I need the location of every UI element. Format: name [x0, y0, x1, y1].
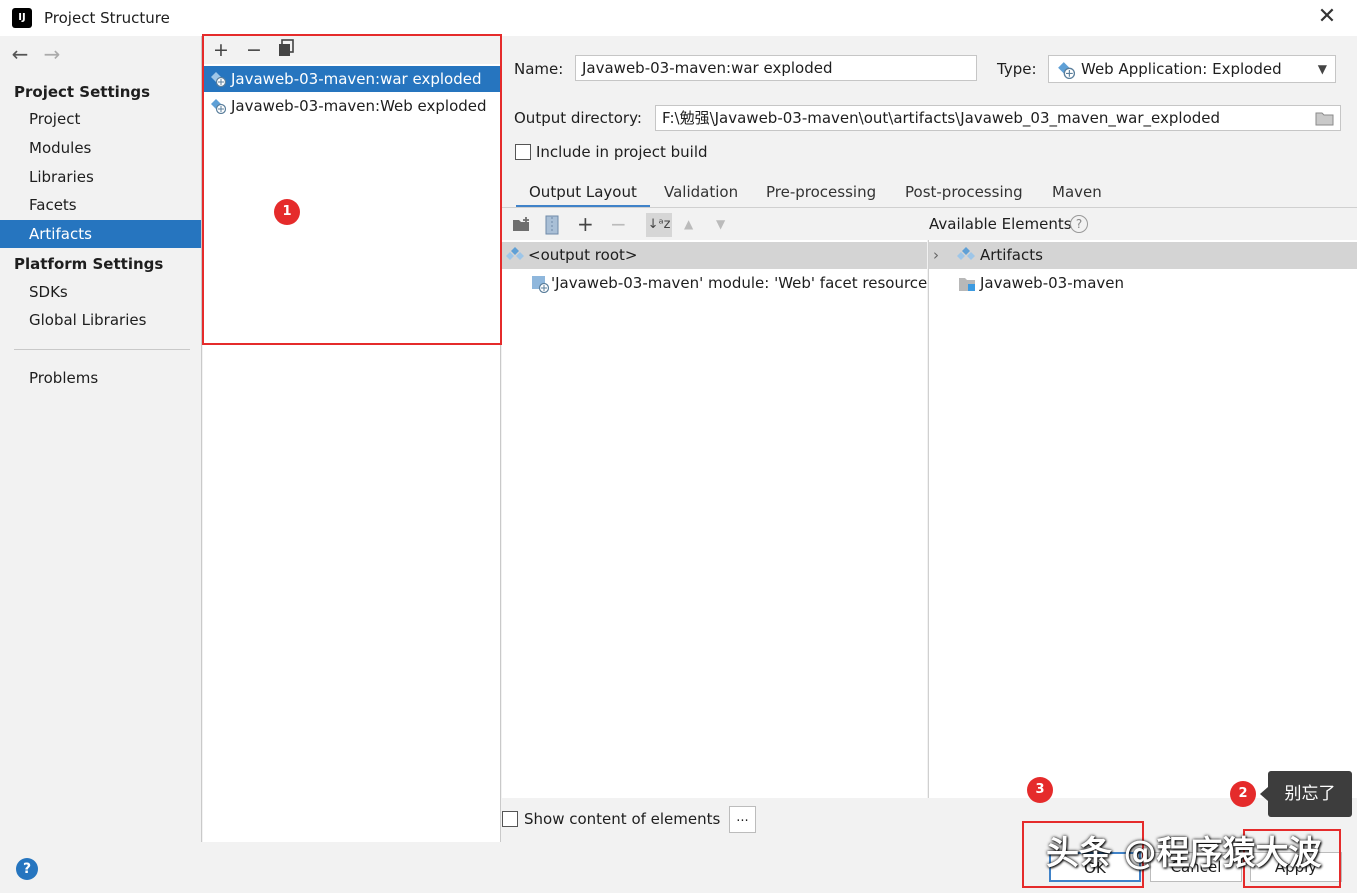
show-content-checkbox[interactable]	[502, 811, 518, 827]
tree-row-label: <output root>	[528, 246, 638, 264]
intellij-logo-icon: IJ	[10, 6, 34, 30]
reminder-tooltip: 别忘了	[1260, 771, 1352, 817]
module-folder-icon	[959, 278, 975, 291]
output-directory-label: Output directory:	[514, 109, 642, 127]
add-icon[interactable]: +	[210, 39, 232, 61]
output-directory-input[interactable]: F:\勉强\Javaweb-03-maven\out\artifacts\Jav…	[655, 105, 1341, 131]
nav-item-modules[interactable]: Modules	[0, 134, 201, 162]
available-elements-tree: › Artifacts Javaweb-03-maven	[928, 240, 1357, 798]
move-up-icon[interactable]: ▲	[684, 217, 693, 231]
artifact-item-war-exploded[interactable]: Javaweb-03-maven:war exploded	[204, 66, 500, 92]
title-bar: IJ Project Structure ✕	[0, 0, 1357, 36]
artifact-label: Javaweb-03-maven:war exploded	[231, 70, 482, 88]
tab-maven[interactable]: Maven	[1039, 178, 1115, 208]
tabs-divider	[502, 207, 1357, 208]
help-circle-icon[interactable]: ?	[1070, 215, 1088, 233]
web-artifact-icon	[211, 72, 226, 87]
remove-icon[interactable]: −	[243, 39, 265, 61]
help-icon[interactable]: ?	[16, 858, 38, 880]
move-down-icon[interactable]: ▼	[716, 217, 725, 231]
add-copy-of-icon[interactable]: +	[577, 212, 594, 236]
artifact-config-panel: Name: Javaweb-03-maven:war exploded Type…	[502, 36, 1357, 842]
tree-row-label: 'Javaweb-03-maven' module: 'Web' facet r…	[551, 274, 936, 292]
tree-row-artifacts[interactable]: › Artifacts	[929, 242, 1357, 269]
nav-item-problems[interactable]: Problems	[0, 364, 201, 392]
type-label: Type:	[997, 60, 1037, 78]
artifact-label: Javaweb-03-maven:Web exploded	[231, 97, 487, 115]
nav-item-global-libraries[interactable]: Global Libraries	[0, 306, 201, 334]
copy-icon[interactable]	[275, 39, 297, 61]
annotation-badge-2: 2	[1230, 781, 1256, 807]
tab-output-layout[interactable]: Output Layout	[516, 178, 650, 208]
annotation-badge-3: 3	[1027, 777, 1053, 803]
window-title: Project Structure	[44, 9, 170, 27]
web-resources-icon	[532, 276, 549, 293]
web-artifact-icon	[1058, 62, 1075, 79]
name-label: Name:	[514, 60, 564, 78]
tab-validation[interactable]: Validation	[651, 178, 751, 208]
type-select-value: Web Application: Exploded	[1081, 60, 1282, 78]
artifact-toolbar: + −	[203, 36, 501, 64]
chevron-down-icon: ▼	[1317, 62, 1327, 76]
tree-row-output-root[interactable]: <output root>	[502, 242, 927, 269]
ellipsis-button[interactable]: ...	[729, 806, 756, 833]
include-in-build-label: Include in project build	[536, 143, 708, 161]
output-layout-tree: <output root> 'Javaweb-03-maven' module:…	[502, 240, 935, 798]
close-icon[interactable]: ✕	[1316, 6, 1338, 28]
tree-row-label: Javaweb-03-maven	[980, 274, 1125, 292]
tree-row-label: Artifacts	[980, 246, 1043, 264]
left-nav: ← → Project Settings Project Modules Lib…	[0, 36, 202, 842]
nav-section-project-settings: Project Settings	[14, 83, 151, 101]
annotation-badge-1: 1	[274, 199, 300, 225]
tab-pre-processing[interactable]: Pre-processing	[753, 178, 889, 208]
nav-section-platform-settings: Platform Settings	[14, 255, 164, 273]
folder-icon[interactable]	[1315, 110, 1335, 126]
available-elements-title: Available Elements	[929, 215, 1072, 233]
tree-row-module[interactable]: Javaweb-03-maven	[929, 270, 1357, 297]
nav-item-project[interactable]: Project	[0, 105, 201, 133]
archive-icon[interactable]	[545, 215, 559, 235]
forward-arrow-icon[interactable]: →	[41, 42, 63, 66]
include-in-build-checkbox[interactable]	[515, 144, 531, 160]
name-input[interactable]: Javaweb-03-maven:war exploded	[575, 55, 977, 81]
artifact-list-panel: + − Javaweb-03-maven:war exploded Javawe…	[203, 36, 501, 842]
remove-element-icon[interactable]: −	[610, 212, 627, 236]
nav-item-artifacts[interactable]: Artifacts	[0, 220, 201, 248]
sort-icon[interactable]: ↓ᵃz	[646, 213, 672, 237]
nav-item-sdks[interactable]: SDKs	[0, 278, 201, 306]
tab-post-processing[interactable]: Post-processing	[892, 178, 1036, 208]
back-arrow-icon[interactable]: ←	[9, 42, 31, 66]
artifact-item-web-exploded[interactable]: Javaweb-03-maven:Web exploded	[204, 93, 500, 119]
watermark: 头条 @程序猿大波	[1046, 833, 1322, 872]
artifact-diamond-icon	[957, 247, 975, 260]
web-artifact-icon	[211, 99, 226, 114]
artifact-diamond-icon	[506, 247, 524, 260]
nav-divider	[14, 349, 190, 350]
chevron-right-icon[interactable]: ›	[933, 242, 939, 269]
new-folder-icon[interactable]	[512, 216, 532, 234]
type-select[interactable]: Web Application: Exploded ▼	[1048, 55, 1336, 83]
nav-item-libraries[interactable]: Libraries	[0, 163, 201, 191]
nav-item-facets[interactable]: Facets	[0, 191, 201, 219]
show-content-label: Show content of elements	[524, 810, 721, 828]
tree-row-facet-resources[interactable]: 'Javaweb-03-maven' module: 'Web' facet r…	[530, 270, 935, 297]
